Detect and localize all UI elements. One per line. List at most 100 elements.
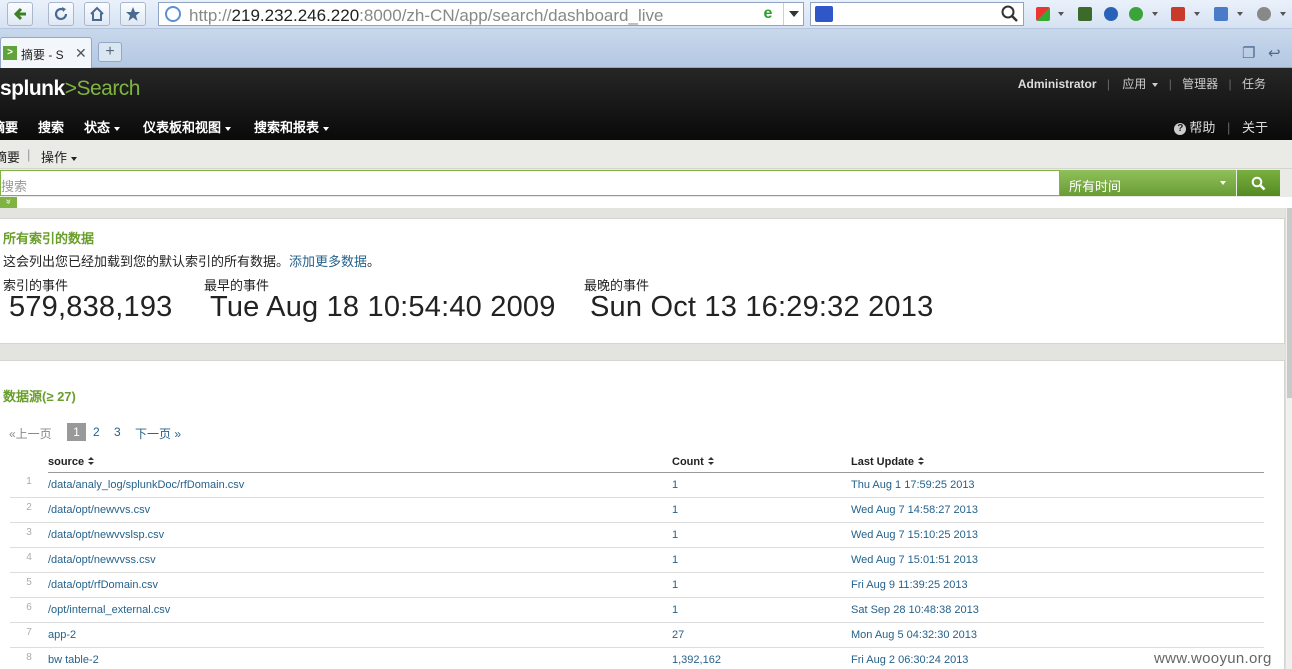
next-page-link[interactable]: 下一页 » <box>135 425 181 442</box>
prev-page-link[interactable]: «上一页 <box>9 425 52 442</box>
last-update-link[interactable]: Mon Aug 5 04:32:30 2013 <box>851 622 1264 648</box>
last-update-link[interactable]: Wed Aug 7 14:58:27 2013 <box>851 497 1264 523</box>
restore-window-icon[interactable]: ❐ <box>1242 44 1255 62</box>
caret-icon[interactable] <box>1058 12 1064 16</box>
nav-item-searches-reports[interactable]: 搜索和报表 <box>254 117 330 136</box>
count-link[interactable]: 1 <box>672 472 851 498</box>
ie-compat-icon[interactable]: e <box>760 6 776 22</box>
url-dropdown-button[interactable] <box>783 3 803 25</box>
source-link[interactable]: /opt/internal_external.csv <box>48 597 672 623</box>
translate-extension-icon[interactable] <box>1171 7 1185 21</box>
film-extension-icon[interactable] <box>1078 7 1092 21</box>
last-update-link[interactable]: Wed Aug 7 15:10:25 2013 <box>851 522 1264 548</box>
actions-menu[interactable]: 操作 <box>41 147 78 166</box>
key-extension-icon[interactable] <box>1104 7 1118 21</box>
nav-item-dashboards[interactable]: 仪表板和视图 <box>143 117 232 136</box>
count-link[interactable]: 1 <box>672 522 851 548</box>
count-link[interactable]: 1 <box>672 597 851 623</box>
home-button[interactable] <box>84 2 110 26</box>
search-bar: 搜索 所有时间 <box>0 169 1292 197</box>
apps-extension-icon[interactable] <box>1036 7 1050 21</box>
caret-icon[interactable] <box>1237 12 1243 16</box>
splunk-logo[interactable]: splunk>Search <box>0 77 140 101</box>
game-extension-icon[interactable] <box>1257 7 1271 21</box>
caret-icon[interactable] <box>1280 12 1286 16</box>
source-link[interactable]: /data/opt/newvvslsp.csv <box>48 522 672 548</box>
refresh-button[interactable] <box>48 2 74 26</box>
tab-close-icon[interactable]: ✕ <box>75 45 87 62</box>
browser-tab-bar: > 摘要 - S ✕ + ❐ ↩ <box>0 29 1292 68</box>
table-row: 4/data/opt/newvvss.csv 1 Wed Aug 7 15:01:5… <box>10 547 1264 573</box>
add-more-data-link[interactable]: 添加更多数据 <box>289 254 367 269</box>
last-update-link[interactable]: Thu Aug 1 17:59:25 2013 <box>851 472 1264 498</box>
caret-icon[interactable] <box>1152 12 1158 16</box>
undo-close-icon[interactable]: ↩ <box>1268 44 1281 62</box>
table-row: 1/data/analy_log/splunkDoc/rfDomain.csv 1… <box>10 472 1264 498</box>
source-link[interactable]: /data/opt/newvvs.csv <box>48 497 672 523</box>
user-links: Administrator | 应用 | 管理器 | 任务 <box>1017 77 1266 91</box>
last-update-link[interactable]: Sat Sep 28 10:48:38 2013 <box>851 597 1264 623</box>
search-input[interactable]: 搜索 <box>0 170 1060 196</box>
home-icon <box>90 6 104 21</box>
new-tab-button[interactable]: + <box>98 42 122 62</box>
source-link[interactable]: app-2 <box>48 622 672 648</box>
table-row: 8 bw table-2 1,392,162 Fri Aug 2 06:30:24 2… <box>10 647 1264 669</box>
shield-extension-icon[interactable] <box>1129 7 1143 21</box>
sources-panel: 数据源(≥ 27) «上一页 1 2 3 下一页 » source Count … <box>0 360 1285 669</box>
star-icon <box>126 7 140 21</box>
time-range-picker[interactable]: 所有时间 <box>1060 170 1236 196</box>
address-bar[interactable]: http://219.232.246.220:8000/zh-CN/app/se… <box>158 2 804 26</box>
view-title: 摘要 <box>0 150 21 165</box>
collapse-search-toggle[interactable]: » <box>0 197 17 208</box>
browser-search-button[interactable] <box>996 2 1024 26</box>
page-3-link[interactable]: 3 <box>114 425 121 439</box>
sort-icon <box>917 457 924 466</box>
page-2-link[interactable]: 2 <box>93 425 100 439</box>
source-link[interactable]: bw table-2 <box>48 647 672 669</box>
column-header-last-update[interactable]: Last Update <box>851 453 1264 473</box>
browser-tab[interactable]: > 摘要 - S ✕ <box>0 37 92 68</box>
browser-toolbar: http://219.232.246.220:8000/zh-CN/app/se… <box>0 0 1292 29</box>
caret-icon[interactable] <box>1194 12 1200 16</box>
apps-menu[interactable]: 应用 <box>1120 77 1159 91</box>
last-update-link[interactable]: Fri Aug 9 11:39:25 2013 <box>851 572 1264 598</box>
source-link[interactable]: /data/opt/rfDomain.csv <box>48 572 672 598</box>
nav-item-summary[interactable]: 摘要 <box>0 117 18 136</box>
nav-item-status[interactable]: 状态 <box>84 117 121 136</box>
source-link[interactable]: /data/opt/newvvss.csv <box>48 547 672 573</box>
nav-item-search[interactable]: 搜索 <box>38 117 64 136</box>
last-update-link[interactable]: Wed Aug 7 15:01:51 2013 <box>851 547 1264 573</box>
count-link[interactable]: 1 <box>672 572 851 598</box>
search-engine-icon[interactable] <box>815 6 833 22</box>
browser-search-input[interactable] <box>810 2 1024 26</box>
latest-event-value: Sun Oct 13 16:29:32 2013 <box>590 291 934 323</box>
help-link[interactable]: ? 帮助 <box>1174 120 1215 135</box>
count-link[interactable]: 27 <box>672 622 851 648</box>
search-button[interactable] <box>1237 170 1280 196</box>
manager-link[interactable]: 管理器 <box>1182 77 1218 91</box>
refresh-icon <box>54 7 68 21</box>
row-number: 5 <box>10 572 48 598</box>
page-1-current[interactable]: 1 <box>67 423 86 441</box>
jobs-link[interactable]: 任务 <box>1242 77 1266 91</box>
page-scrollbar[interactable] <box>1285 208 1292 669</box>
screenshot-extension-icon[interactable] <box>1214 7 1228 21</box>
source-link[interactable]: /data/analy_log/splunkDoc/rfDomain.csv <box>48 472 672 498</box>
column-header-count[interactable]: Count <box>672 453 851 473</box>
sort-icon <box>707 457 714 466</box>
back-button[interactable] <box>7 2 33 26</box>
count-link[interactable]: 1 <box>672 497 851 523</box>
row-number: 3 <box>10 522 48 548</box>
view-bar: 摘要 | 操作 <box>0 140 1292 169</box>
bookmark-button[interactable] <box>120 2 146 26</box>
globe-icon <box>165 6 181 22</box>
about-link[interactable]: 关于 <box>1242 120 1268 135</box>
double-chevron-icon: » <box>3 198 14 205</box>
row-number: 7 <box>10 622 48 648</box>
row-number: 6 <box>10 597 48 623</box>
count-link[interactable]: 1 <box>672 547 851 573</box>
column-header-source[interactable]: source <box>48 453 672 473</box>
count-link[interactable]: 1,392,162 <box>672 647 851 669</box>
scrollbar-thumb[interactable] <box>1287 208 1292 398</box>
caret-down-icon <box>1220 181 1226 185</box>
